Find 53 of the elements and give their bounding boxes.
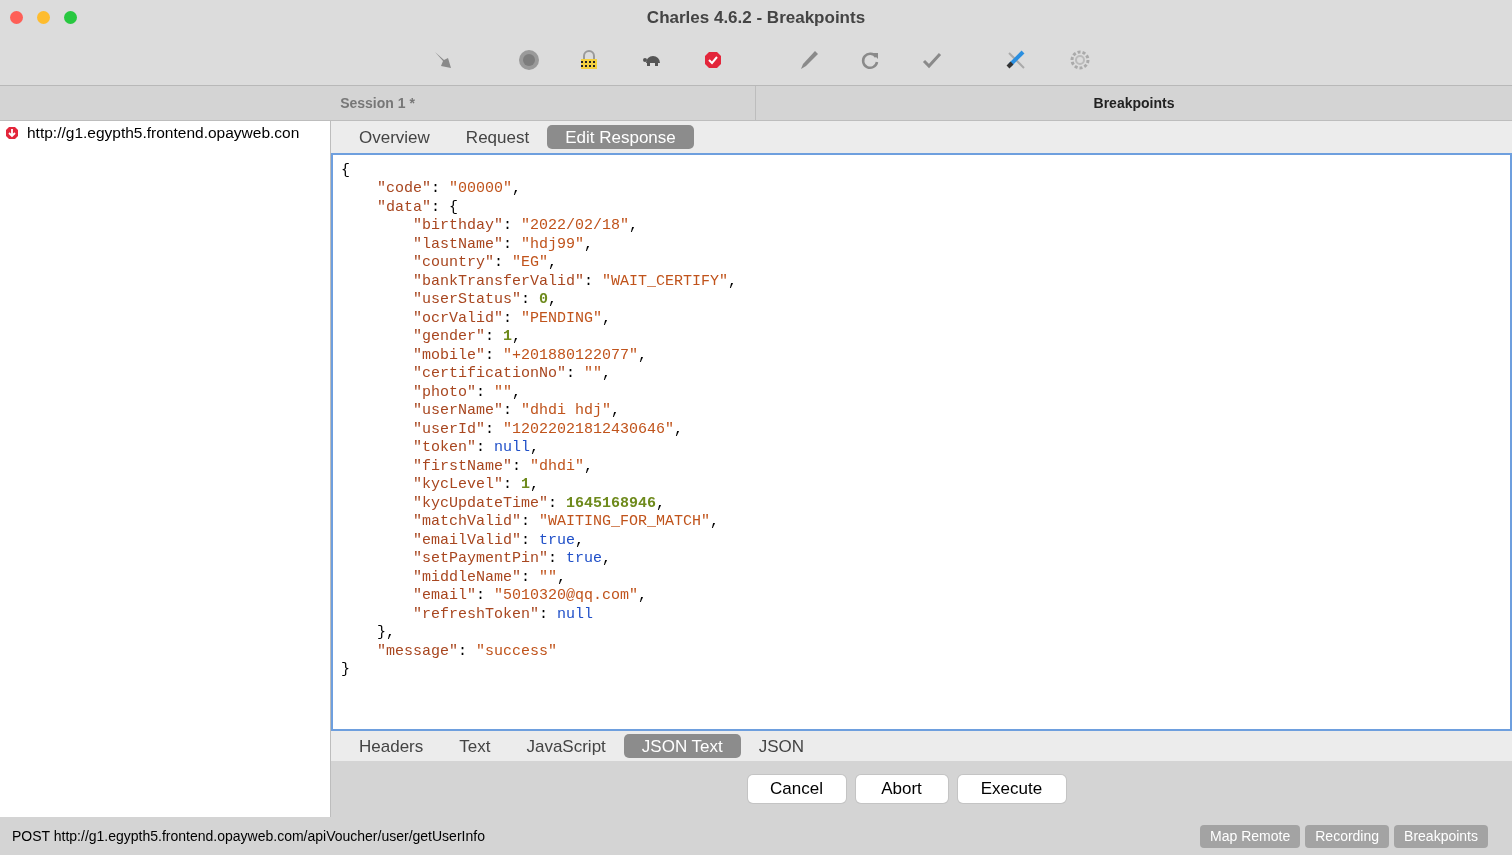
code-line: "matchValid": "WAITING_FOR_MATCH",	[412, 513, 721, 532]
code-line: }	[341, 661, 351, 680]
code-line: "middleName": "",	[412, 568, 568, 588]
code-line: "ocrValid": "PENDING",	[412, 309, 613, 329]
tab[interactable]: Request	[447, 124, 548, 149]
tab[interactable]: JSON	[740, 734, 823, 759]
code-line: {	[341, 161, 351, 181]
code-line: "emailValid": true,	[412, 531, 586, 551]
code-line: "bankTransferValid": "WAIT_CERTIFY",	[412, 272, 739, 292]
code-line: "data": {	[376, 198, 460, 218]
code-line: "kycLevel": 1,	[412, 476, 541, 495]
tab[interactable]: Text	[441, 734, 509, 759]
dialog-button[interactable]: Cancel	[747, 775, 846, 804]
settings-icon[interactable]	[1070, 50, 1090, 70]
checkmark-icon[interactable]	[922, 51, 942, 69]
padlock-icon[interactable]	[580, 50, 598, 70]
zoom-button[interactable]	[64, 11, 77, 24]
code-line: "firstName": "dhdi",	[412, 457, 595, 477]
code-line: "userName": "dhdi hdj",	[412, 402, 622, 421]
code-line: "country": "EG",	[412, 254, 559, 273]
close-button[interactable]	[10, 11, 23, 24]
refresh-icon[interactable]	[860, 50, 880, 70]
request-url[interactable]: http://g1.egypth5.frontend.opayweb.con	[27, 121, 300, 145]
pen-icon[interactable]	[798, 49, 820, 71]
breakpoint-icon	[5, 126, 19, 140]
status-text: POST http://g1.egypth5.frontend.opayweb.com/apiVoucher/user/getUserInfo	[12, 826, 485, 846]
code-line: },	[376, 624, 396, 643]
code-line: "birthday": "2022/02/18",	[412, 217, 640, 236]
code-line: "refreshToken": null	[412, 605, 595, 625]
pane-tab[interactable]: Breakpoints	[1093, 92, 1175, 114]
code-line: "mobile": "+201880122077",	[412, 346, 649, 366]
window-title: Charles 4.6.2 - Breakpoints	[646, 7, 866, 30]
code-line: "lastName": "hdj99",	[412, 235, 595, 255]
code-line: "email": "5010320@qq.com",	[412, 587, 649, 606]
code-line: "gender": 1,	[412, 328, 523, 347]
code-line: "certificationNo": "",	[412, 365, 613, 384]
tab[interactable]: JavaScript	[508, 734, 624, 759]
dialog-button[interactable]: Abort	[855, 775, 948, 804]
code-line: "setPaymentPin": true,	[412, 550, 613, 569]
code-line: "userStatus": 0,	[412, 291, 559, 310]
code-line: "token": null,	[412, 439, 541, 458]
record-icon[interactable]	[518, 49, 540, 71]
code-line: "message": "success"	[376, 642, 559, 662]
code-line: "kycUpdateTime": 1645168946,	[412, 494, 667, 514]
dialog-button[interactable]: Execute	[957, 775, 1066, 804]
code-line: "code": "00000",	[376, 180, 523, 199]
breakpoint-icon[interactable]	[704, 51, 722, 69]
turtle-icon[interactable]	[642, 53, 662, 67]
tab[interactable]: Overview	[341, 124, 448, 149]
code-line: "userId": "12022021812430646",	[412, 420, 685, 440]
code-editor[interactable]	[331, 152, 1512, 732]
tab[interactable]: Headers	[341, 734, 442, 759]
code-line: "photo": "",	[412, 383, 523, 403]
